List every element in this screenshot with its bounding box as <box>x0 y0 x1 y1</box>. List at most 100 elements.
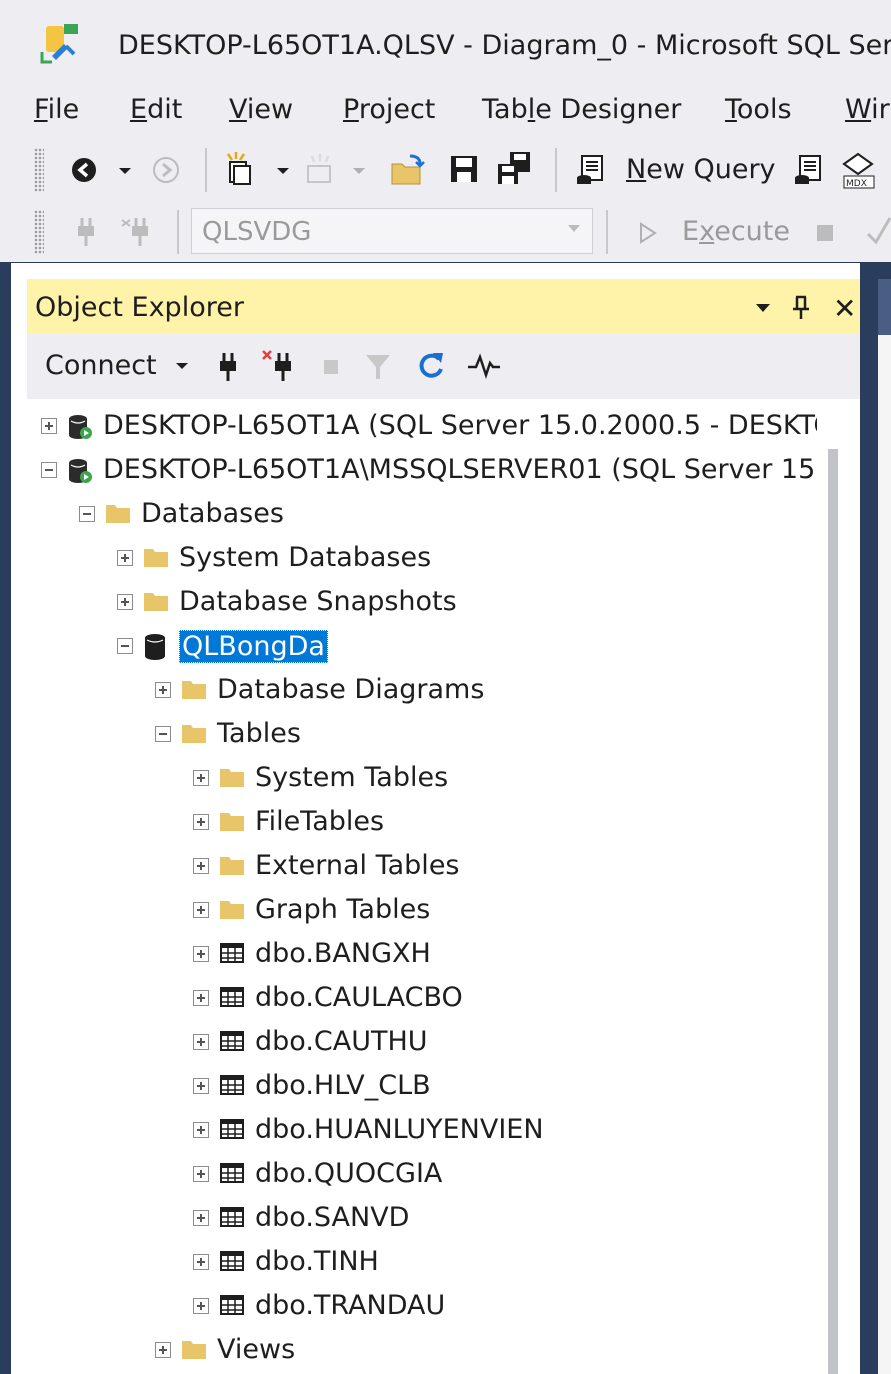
expand-icon[interactable] <box>117 594 133 610</box>
collapse-icon[interactable] <box>79 506 95 522</box>
collapse-icon[interactable] <box>41 462 57 478</box>
tree-node-label[interactable]: dbo.TRANDAU <box>255 1290 445 1321</box>
database-engine-query-icon[interactable] <box>794 154 826 186</box>
tree-node-label[interactable]: Database Snapshots <box>179 586 457 617</box>
parse-checkmark-icon[interactable] <box>866 216 891 246</box>
tree-node[interactable]: dbo.CAUTHU <box>27 1023 817 1063</box>
scrollbar-thumb[interactable] <box>828 449 838 1374</box>
tree-node-label[interactable]: DESKTOP-L65OT1A\MSSQLSERVER01 (SQL Serve… <box>103 454 815 485</box>
activity-monitor-icon[interactable] <box>467 353 501 379</box>
toolbar-grip[interactable] <box>34 210 44 254</box>
refresh-icon[interactable] <box>417 349 447 381</box>
tree-node[interactable]: DESKTOP-L65OT1A (SQL Server 15.0.2000.5 … <box>27 407 817 447</box>
expand-icon[interactable] <box>193 1298 209 1314</box>
tree-node[interactable]: Graph Tables <box>27 891 817 931</box>
tree-node[interactable]: Database Diagrams <box>27 671 817 711</box>
menu-table-designer[interactable]: Table Designer <box>482 94 681 125</box>
expand-icon[interactable] <box>193 946 209 962</box>
tree-node[interactable]: Databases <box>27 495 817 535</box>
connect-plug-icon[interactable] <box>217 351 239 383</box>
save-icon[interactable] <box>449 154 479 184</box>
tree-node[interactable]: dbo.QUOCGIA <box>27 1155 817 1195</box>
back-dropdown-icon[interactable] <box>118 166 132 176</box>
pin-icon[interactable] <box>791 295 811 321</box>
expand-icon[interactable] <box>193 1254 209 1270</box>
add-item-icon[interactable] <box>304 152 338 188</box>
tree-node[interactable]: Views <box>27 1331 817 1371</box>
tree-node-label[interactable]: dbo.BANGXH <box>255 938 431 969</box>
tree-node[interactable]: dbo.SANVD <box>27 1199 817 1239</box>
execute-button[interactable]: Execute <box>634 208 794 256</box>
expand-icon[interactable] <box>193 1034 209 1050</box>
add-item-dropdown-icon[interactable] <box>352 166 366 176</box>
tree-node-label[interactable]: FileTables <box>255 806 384 837</box>
connect-plug-icon[interactable] <box>74 216 98 248</box>
window-position-dropdown-icon[interactable] <box>755 303 771 313</box>
tree-node[interactable]: dbo.TINH <box>27 1243 817 1283</box>
tree-node[interactable]: dbo.BANGXH <box>27 935 817 975</box>
tree-node-label[interactable]: dbo.CAUTHU <box>255 1026 428 1057</box>
close-icon[interactable]: ✕ <box>833 292 856 325</box>
tree-node-label[interactable]: System Tables <box>255 762 448 793</box>
expand-icon[interactable] <box>41 418 57 434</box>
tree-node[interactable]: dbo.CAULACBO <box>27 979 817 1019</box>
change-connection-icon[interactable] <box>120 216 156 248</box>
expand-icon[interactable] <box>193 990 209 1006</box>
expand-icon[interactable] <box>193 858 209 874</box>
new-query-button[interactable]: New Query <box>572 146 778 194</box>
forward-icon[interactable] <box>152 156 180 184</box>
tree-node[interactable]: System Tables <box>27 759 817 799</box>
tree-node-label[interactable]: Database Diagrams <box>217 674 484 705</box>
tree-node-label[interactable]: DESKTOP-L65OT1A (SQL Server 15.0.2000.5 … <box>103 410 817 441</box>
expand-icon[interactable] <box>117 550 133 566</box>
tree-node[interactable]: DESKTOP-L65OT1A\MSSQLSERVER01 (SQL Serve… <box>27 451 817 491</box>
tree-node-label[interactable]: Views <box>217 1334 295 1365</box>
tree-node-label[interactable]: dbo.HLV_CLB <box>255 1070 431 1101</box>
toolbar-grip[interactable] <box>34 148 44 192</box>
tree-node[interactable]: dbo.TRANDAU <box>27 1287 817 1327</box>
tree-node-label[interactable]: Databases <box>141 498 284 529</box>
new-project-dropdown-icon[interactable] <box>276 166 290 176</box>
tree-node-label[interactable]: Graph Tables <box>255 894 430 925</box>
back-icon[interactable] <box>70 156 98 184</box>
tree-node-label[interactable]: dbo.HUANLUYENVIEN <box>255 1114 544 1145</box>
stop-icon[interactable] <box>323 359 339 375</box>
expand-icon[interactable] <box>193 770 209 786</box>
expand-icon[interactable] <box>193 902 209 918</box>
tree-node[interactable]: System Databases <box>27 539 817 579</box>
cancel-query-icon[interactable] <box>816 224 834 242</box>
menu-project[interactable]: Project <box>343 94 435 125</box>
collapse-icon[interactable] <box>117 638 133 654</box>
tree-vertical-scrollbar[interactable] <box>817 399 860 1374</box>
tree-node-label[interactable]: dbo.TINH <box>255 1246 379 1277</box>
menu-edit[interactable]: Edit <box>130 94 182 125</box>
tree-node-label[interactable]: dbo.CAULACBO <box>255 982 463 1013</box>
tree-node-label[interactable]: System Databases <box>179 542 431 573</box>
expand-icon[interactable] <box>155 1342 171 1358</box>
expand-icon[interactable] <box>193 814 209 830</box>
menu-tools[interactable]: Tools <box>725 94 792 125</box>
expand-icon[interactable] <box>193 1122 209 1138</box>
expand-icon[interactable] <box>193 1210 209 1226</box>
expand-icon[interactable] <box>193 1166 209 1182</box>
collapse-icon[interactable] <box>155 726 171 742</box>
tree-node-label[interactable]: dbo.QUOCGIA <box>255 1158 442 1189</box>
tree-node[interactable]: External Tables <box>27 847 817 887</box>
filter-icon[interactable] <box>365 353 391 381</box>
tree-node[interactable]: dbo.HUANLUYENVIEN <box>27 1111 817 1151</box>
tree-node[interactable]: FileTables <box>27 803 817 843</box>
tree-node-label[interactable]: Tables <box>217 718 301 749</box>
tree-node-label[interactable]: External Tables <box>255 850 460 881</box>
menu-view[interactable]: View <box>229 94 293 125</box>
tree-node[interactable]: Tables <box>27 715 817 755</box>
new-project-icon[interactable] <box>224 152 258 188</box>
disconnect-icon[interactable] <box>261 349 297 383</box>
mdx-query-icon[interactable]: MDX <box>838 150 878 190</box>
tree-node-label[interactable]: dbo.SANVD <box>255 1202 409 1233</box>
menu-window[interactable]: Wir <box>845 94 890 125</box>
save-all-icon[interactable] <box>496 150 532 186</box>
open-file-icon[interactable] <box>390 152 426 188</box>
available-databases-dropdown[interactable]: QLSVDG <box>191 208 593 254</box>
tree-node[interactable]: QLBongDa <box>27 627 817 667</box>
expand-icon[interactable] <box>193 1078 209 1094</box>
